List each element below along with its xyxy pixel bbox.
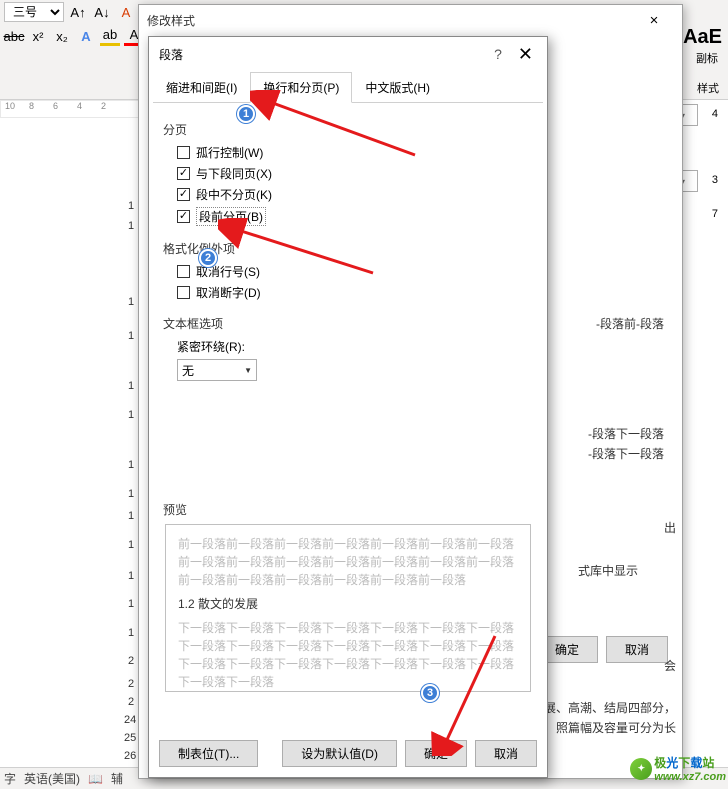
- right-value-1: 4: [712, 108, 718, 120]
- section-format-exceptions: 格式化例外项: [163, 240, 533, 257]
- watermark: ✦ 极光下载站 www.xz7.com: [630, 754, 726, 783]
- set-default-button[interactable]: 设为默认值(D): [282, 740, 397, 767]
- style-group-label: 样式: [688, 80, 728, 96]
- page-break-before-row[interactable]: 段前分页(B): [177, 207, 533, 226]
- tab-pagination[interactable]: 换行和分页(P): [250, 72, 352, 103]
- close-icon[interactable]: ×: [634, 12, 674, 29]
- widow-control-row[interactable]: 孤行控制(W): [177, 144, 533, 161]
- dialog-title: 修改样式: [147, 12, 195, 29]
- clear-format-icon[interactable]: A: [116, 2, 136, 22]
- checkbox-widow[interactable]: [177, 146, 190, 159]
- no-hyphen-row[interactable]: 取消断字(D): [177, 284, 533, 301]
- page-break-label: 段前分页(B): [196, 207, 266, 226]
- checkbox-hyphen[interactable]: [177, 286, 190, 299]
- checkbox-keep-next[interactable]: [177, 167, 190, 180]
- paragraph-body: 分页 孤行控制(W) 与下段同页(X) 段中不分页(K) 段前分页(B) 格式化…: [149, 103, 547, 708]
- watermark-brand: 极光下载站: [654, 754, 726, 771]
- accessibility-label: 辅: [111, 770, 123, 787]
- text-effects-icon[interactable]: A: [76, 26, 96, 46]
- trail-text-2: 展、高潮、结局四部分，: [544, 699, 676, 716]
- trail-text-1: 会: [664, 657, 676, 674]
- checkbox-keep-together[interactable]: [177, 188, 190, 201]
- font-size-select[interactable]: 三号: [4, 2, 64, 22]
- trail-text-0: 出: [664, 519, 676, 536]
- preview-before: 前一段落前一段落前一段落前一段落前一段落前一段落前一段落前一段落前一段落前一段落…: [178, 535, 518, 589]
- preview-pane: 前一段落前一段落前一段落前一段落前一段落前一段落前一段落前一段落前一段落前一段落…: [165, 524, 531, 692]
- preview-text-2: -段落下一段落: [588, 425, 664, 442]
- language-indicator[interactable]: 英语(美国): [24, 770, 80, 787]
- annotation-badge-1: 1: [237, 105, 255, 123]
- watermark-url: www.xz7.com: [654, 771, 726, 783]
- superscript-icon[interactable]: x²: [28, 26, 48, 46]
- tabs-button[interactable]: 制表位(T)...: [159, 740, 258, 767]
- section-pagination: 分页: [163, 121, 533, 138]
- paragraph-footer: 制表位(T)... 设为默认值(D) 确定 取消: [159, 740, 537, 767]
- widow-label: 孤行控制(W): [196, 144, 263, 161]
- paragraph-title: 段落: [159, 46, 183, 63]
- highlight-icon[interactable]: ab: [100, 26, 120, 46]
- preview-after: 下一段落下一段落下一段落下一段落下一段落下一段落下一段落下一段落下一段落下一段落…: [178, 619, 518, 691]
- strikethrough-icon[interactable]: abc: [4, 26, 24, 46]
- annotation-badge-3: 3: [421, 684, 439, 702]
- help-icon[interactable]: ?: [494, 46, 502, 62]
- section-preview: 预览: [163, 501, 533, 518]
- keep-together-row[interactable]: 段中不分页(K): [177, 186, 533, 203]
- close-icon[interactable]: ✕: [514, 44, 537, 65]
- accessibility-icon[interactable]: 📖: [88, 772, 103, 786]
- suppress-line-no-row[interactable]: 取消行号(S): [177, 263, 533, 280]
- decrease-font-icon[interactable]: A↓: [92, 2, 112, 22]
- cancel-button-outer[interactable]: 取消: [606, 636, 668, 663]
- increase-font-icon[interactable]: A↑: [68, 2, 88, 22]
- tab-strip: 缩进和间距(I) 换行和分页(P) 中文版式(H): [153, 71, 543, 103]
- preview-current: 1.2 散文的发展: [178, 595, 518, 613]
- paragraph-dialog: 段落 ? ✕ 缩进和间距(I) 换行和分页(P) 中文版式(H) 分页 孤行控制…: [148, 36, 548, 778]
- tab-chinese[interactable]: 中文版式(H): [352, 72, 443, 103]
- ok-button[interactable]: 确定: [405, 740, 467, 767]
- style-sub: 副标: [696, 50, 718, 66]
- checkbox-page-break[interactable]: [177, 210, 190, 223]
- subscript-icon[interactable]: x₂: [52, 26, 72, 46]
- wrap-combo[interactable]: 无 ▼: [177, 359, 533, 381]
- dialog-footer: 确定 取消: [536, 636, 668, 663]
- checkbox-line-no[interactable]: [177, 265, 190, 278]
- tab-indent[interactable]: 缩进和间距(I): [153, 72, 250, 103]
- word-count[interactable]: 字: [4, 770, 16, 787]
- hyphen-label: 取消断字(D): [196, 284, 261, 301]
- trail-text-3: 照篇幅及容量可分为长: [556, 719, 676, 736]
- right-value-2: 3: [712, 174, 718, 186]
- right-value-3: 7: [712, 208, 718, 220]
- paragraph-titlebar: 段落 ? ✕: [149, 37, 547, 71]
- preview-text-3: -段落下一段落: [588, 445, 664, 462]
- chevron-down-icon: ▼: [244, 366, 252, 375]
- keep-together-label: 段中不分页(K): [196, 186, 272, 203]
- wrap-value: 无: [182, 362, 194, 379]
- style-sample[interactable]: AaE: [683, 26, 722, 49]
- document-gutter: 1 1 1 1 1 1 1 1 1 1 1 1 1 2 2 2 24 25 26: [0, 120, 150, 780]
- annotation-badge-2: 2: [199, 249, 217, 267]
- keep-with-next-row[interactable]: 与下段同页(X): [177, 165, 533, 182]
- keep-next-label: 与下段同页(X): [196, 165, 272, 182]
- preview-text-1: -段落前-段落: [596, 315, 664, 332]
- wrap-label: 紧密环绕(R):: [177, 338, 533, 355]
- watermark-logo: ✦: [630, 758, 652, 780]
- section-textbox: 文本框选项: [163, 315, 533, 332]
- cancel-button[interactable]: 取消: [475, 740, 537, 767]
- dialog-titlebar: 修改样式 ×: [139, 5, 682, 35]
